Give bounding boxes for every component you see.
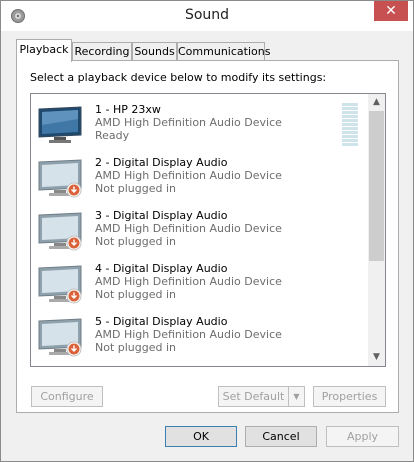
- configure-button[interactable]: Configure: [31, 386, 103, 407]
- device-item[interactable]: 3 - Digital Display Audio AMD High Defin…: [31, 204, 367, 257]
- tab-sounds[interactable]: Sounds: [132, 42, 177, 61]
- tab-recording[interactable]: Recording: [72, 42, 132, 61]
- device-item[interactable]: 4 - Digital Display Audio AMD High Defin…: [31, 257, 367, 310]
- close-button[interactable]: ✕: [374, 1, 408, 21]
- scroll-up-arrow-icon[interactable]: ▲: [368, 94, 385, 111]
- volume-meter: [342, 103, 358, 146]
- device-driver: AMD High Definition Audio Device: [95, 169, 282, 182]
- device-status: Not plugged in: [95, 341, 177, 354]
- title-bar[interactable]: Sound ✕: [1, 1, 413, 31]
- set-default-label: Set Default: [222, 390, 285, 403]
- dropdown-arrow-icon[interactable]: ▼: [288, 387, 304, 406]
- window-title: Sound: [184, 7, 230, 23]
- monitor-unplugged-icon: [38, 318, 82, 357]
- set-default-button[interactable]: Set Default ▼: [218, 386, 305, 407]
- device-item[interactable]: 1 - HP 23xw AMD High Definition Audio De…: [31, 98, 367, 151]
- tab-communications[interactable]: Communications: [177, 42, 270, 61]
- device-item[interactable]: 2 - Digital Display Audio AMD High Defin…: [31, 151, 367, 204]
- monitor-unplugged-icon: [38, 265, 82, 304]
- apply-button[interactable]: Apply: [326, 426, 399, 447]
- device-driver: AMD High Definition Audio Device: [95, 328, 282, 341]
- device-status: Ready: [95, 129, 130, 142]
- device-driver: AMD High Definition Audio Device: [95, 222, 282, 235]
- device-list-scrollbar[interactable]: ▲ ▼: [368, 94, 385, 366]
- scroll-thumb[interactable]: [369, 111, 384, 261]
- sound-dialog: Sound ✕ Playback Recording Sounds Commun…: [0, 0, 414, 462]
- device-name: 3 - Digital Display Audio: [95, 209, 228, 222]
- monitor-icon: [38, 106, 82, 143]
- tab-playback[interactable]: Playback: [16, 39, 72, 62]
- device-name: 4 - Digital Display Audio: [95, 262, 228, 275]
- device-item[interactable]: 5 - Digital Display Audio AMD High Defin…: [31, 310, 367, 363]
- device-name: 1 - HP 23xw: [95, 103, 161, 116]
- device-driver: AMD High Definition Audio Device: [95, 275, 282, 288]
- instruction-text: Select a playback device below to modify…: [30, 71, 327, 84]
- device-status: Not plugged in: [95, 288, 177, 301]
- playback-device-list[interactable]: 1 - HP 23xw AMD High Definition Audio De…: [30, 93, 386, 367]
- device-status: Not plugged in: [95, 235, 177, 248]
- configure-button-label: Configure: [40, 390, 94, 403]
- device-name: 2 - Digital Display Audio: [95, 156, 228, 169]
- device-driver: AMD High Definition Audio Device: [95, 116, 282, 129]
- scroll-down-arrow-icon[interactable]: ▼: [368, 349, 385, 366]
- properties-button-label: Properties: [321, 390, 378, 403]
- ok-button[interactable]: OK: [165, 426, 237, 447]
- cancel-button[interactable]: Cancel: [245, 426, 317, 447]
- properties-button[interactable]: Properties: [313, 386, 386, 407]
- device-name: 5 - Digital Display Audio: [95, 315, 228, 328]
- monitor-unplugged-icon: [38, 159, 82, 198]
- monitor-unplugged-icon: [38, 212, 82, 251]
- playback-panel: Select a playback device below to modify…: [16, 60, 399, 413]
- device-status: Not plugged in: [95, 182, 177, 195]
